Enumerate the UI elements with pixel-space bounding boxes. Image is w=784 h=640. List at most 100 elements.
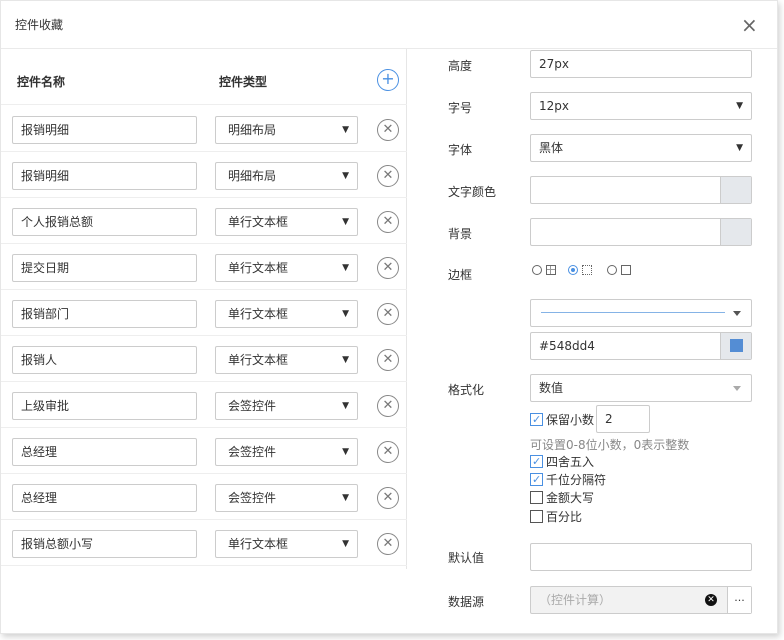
control-row: 报销人 单行文本框 ▼ ✕ bbox=[1, 335, 407, 382]
control-name-input[interactable]: 报销明细 bbox=[12, 116, 197, 144]
control-name-input[interactable]: 报销人 bbox=[12, 346, 197, 374]
control-row: 报销明细 明细布局 ▼ ✕ bbox=[1, 151, 407, 198]
control-type-value: 单行文本框 bbox=[228, 537, 289, 551]
more-button[interactable]: ... bbox=[727, 587, 751, 613]
close-icon[interactable]: × bbox=[741, 15, 758, 35]
decimal-hint: 可设置0-8位小数，0表示整数 bbox=[530, 438, 690, 452]
keep-decimal-label: 保留小数 bbox=[546, 413, 595, 427]
background-label: 背景 bbox=[448, 227, 473, 241]
control-name-input[interactable]: 上级审批 bbox=[12, 392, 197, 420]
delete-row-icon[interactable]: ✕ bbox=[377, 395, 399, 417]
control-type-select[interactable]: 单行文本框 ▼ bbox=[215, 530, 358, 558]
delete-row-icon[interactable]: ✕ bbox=[377, 119, 399, 141]
border-outer-radio[interactable] bbox=[568, 265, 578, 275]
control-type-select[interactable]: 单行文本框 ▼ bbox=[215, 254, 358, 282]
control-name-input[interactable]: 总经理 bbox=[12, 484, 197, 512]
control-type-value: 明细布局 bbox=[228, 123, 277, 137]
control-type-select[interactable]: 明细布局 ▼ bbox=[215, 162, 358, 190]
delete-row-icon[interactable]: ✕ bbox=[377, 211, 399, 233]
data-source-value: （控件计算） bbox=[539, 593, 612, 607]
decimal-places-input[interactable]: 2 bbox=[596, 405, 650, 433]
default-value-input[interactable] bbox=[530, 543, 752, 571]
border-none-radio[interactable] bbox=[532, 265, 542, 275]
caret-down-icon bbox=[733, 311, 741, 316]
control-name-input[interactable]: 提交日期 bbox=[12, 254, 197, 282]
control-row: 个人报销总额 单行文本框 ▼ ✕ bbox=[1, 197, 407, 244]
control-type-select[interactable]: 明细布局 ▼ bbox=[215, 116, 358, 144]
text-color-label: 文字颜色 bbox=[448, 185, 497, 199]
control-type-value: 单行文本框 bbox=[228, 353, 289, 367]
control-type-value: 会签控件 bbox=[228, 399, 277, 413]
border-color-swatch[interactable] bbox=[720, 333, 751, 359]
control-type-select[interactable]: 会签控件 ▼ bbox=[215, 484, 358, 512]
font-face-select[interactable]: 黑体 ▼ bbox=[530, 134, 752, 162]
dropdown-arrow-icon: ▼ bbox=[342, 355, 349, 365]
dropdown-arrow-icon: ▼ bbox=[342, 447, 349, 457]
percent-checkbox[interactable] bbox=[530, 510, 543, 523]
control-type-value: 会签控件 bbox=[228, 445, 277, 459]
delete-row-icon[interactable]: ✕ bbox=[377, 487, 399, 509]
dropdown-arrow-icon: ▼ bbox=[736, 143, 743, 153]
dropdown-arrow-icon: ▼ bbox=[342, 217, 349, 227]
amount-uppercase-checkbox[interactable] bbox=[530, 491, 543, 504]
thousands-separator-checkbox[interactable] bbox=[530, 472, 543, 488]
font-face-label: 字体 bbox=[448, 143, 473, 157]
delete-row-icon[interactable]: ✕ bbox=[377, 257, 399, 279]
delete-row-icon[interactable]: ✕ bbox=[377, 441, 399, 463]
control-row: 上级审批 会签控件 ▼ ✕ bbox=[1, 381, 407, 428]
control-type-select[interactable]: 单行文本框 ▼ bbox=[215, 208, 358, 236]
control-row: 报销总额小写 单行文本框 ▼ ✕ bbox=[1, 519, 407, 566]
clear-icon[interactable]: ✕ bbox=[705, 594, 717, 606]
favorite-controls-dialog: 控件收藏 × 控件名称 控件类型 + 报销明细 明细布局 ▼ ✕ 报销明细 明细布… bbox=[0, 0, 778, 634]
control-type-select[interactable]: 会签控件 ▼ bbox=[215, 438, 358, 466]
control-row: 报销部门 单行文本框 ▼ ✕ bbox=[1, 289, 407, 336]
border-line-style-select[interactable] bbox=[530, 299, 752, 327]
thousands-separator-label: 千位分隔符 bbox=[546, 473, 607, 487]
dropdown-arrow-icon: ▼ bbox=[342, 493, 349, 503]
caret-down-icon bbox=[733, 386, 741, 391]
format-select[interactable]: 数值 bbox=[530, 374, 752, 402]
background-color-input[interactable] bbox=[530, 218, 752, 246]
add-control-icon[interactable]: + bbox=[377, 69, 399, 91]
control-type-select[interactable]: 单行文本框 ▼ bbox=[215, 300, 358, 328]
control-row: 总经理 会签控件 ▼ ✕ bbox=[1, 427, 407, 474]
font-face-value: 黑体 bbox=[539, 141, 564, 155]
font-size-value: 12px bbox=[539, 99, 569, 113]
border-outer-icon bbox=[582, 265, 592, 275]
format-label: 格式化 bbox=[448, 383, 485, 397]
round-checkbox[interactable] bbox=[530, 454, 543, 470]
column-header-type: 控件类型 bbox=[219, 75, 268, 89]
dialog-title: 控件收藏 bbox=[15, 18, 64, 32]
delete-row-icon[interactable]: ✕ bbox=[377, 165, 399, 187]
dropdown-arrow-icon: ▼ bbox=[342, 263, 349, 273]
control-name-input[interactable]: 总经理 bbox=[12, 438, 197, 466]
delete-row-icon[interactable]: ✕ bbox=[377, 533, 399, 555]
control-type-select[interactable]: 单行文本框 ▼ bbox=[215, 346, 358, 374]
control-name-input[interactable]: 报销总额小写 bbox=[12, 530, 197, 558]
dialog-header: 控件收藏 × bbox=[1, 1, 777, 49]
keep-decimal-checkbox[interactable] bbox=[530, 412, 543, 428]
delete-row-icon[interactable]: ✕ bbox=[377, 303, 399, 325]
delete-row-icon[interactable]: ✕ bbox=[377, 349, 399, 371]
border-style-options bbox=[530, 265, 650, 277]
background-color-swatch[interactable] bbox=[720, 219, 751, 245]
control-name-input[interactable]: 报销明细 bbox=[12, 162, 197, 190]
dropdown-arrow-icon: ▼ bbox=[342, 171, 349, 181]
control-row: 报销明细 明细布局 ▼ ✕ bbox=[1, 105, 407, 152]
border-all-icon bbox=[621, 265, 631, 275]
color-chip bbox=[730, 339, 743, 352]
control-name-input[interactable]: 报销部门 bbox=[12, 300, 197, 328]
data-source-input[interactable]: （控件计算） ✕ ... bbox=[530, 586, 752, 614]
amount-uppercase-label: 金额大写 bbox=[546, 491, 595, 505]
line-style-preview bbox=[541, 312, 725, 313]
border-color-input[interactable]: #548dd4 bbox=[530, 332, 752, 360]
text-color-swatch[interactable] bbox=[720, 177, 751, 203]
column-header-name: 控件名称 bbox=[17, 75, 66, 89]
control-type-select[interactable]: 会签控件 ▼ bbox=[215, 392, 358, 420]
text-color-input[interactable] bbox=[530, 176, 752, 204]
dropdown-arrow-icon: ▼ bbox=[342, 539, 349, 549]
height-input[interactable]: 27px bbox=[530, 50, 752, 78]
border-all-radio[interactable] bbox=[607, 265, 617, 275]
font-size-select[interactable]: 12px ▼ bbox=[530, 92, 752, 120]
control-name-input[interactable]: 个人报销总额 bbox=[12, 208, 197, 236]
